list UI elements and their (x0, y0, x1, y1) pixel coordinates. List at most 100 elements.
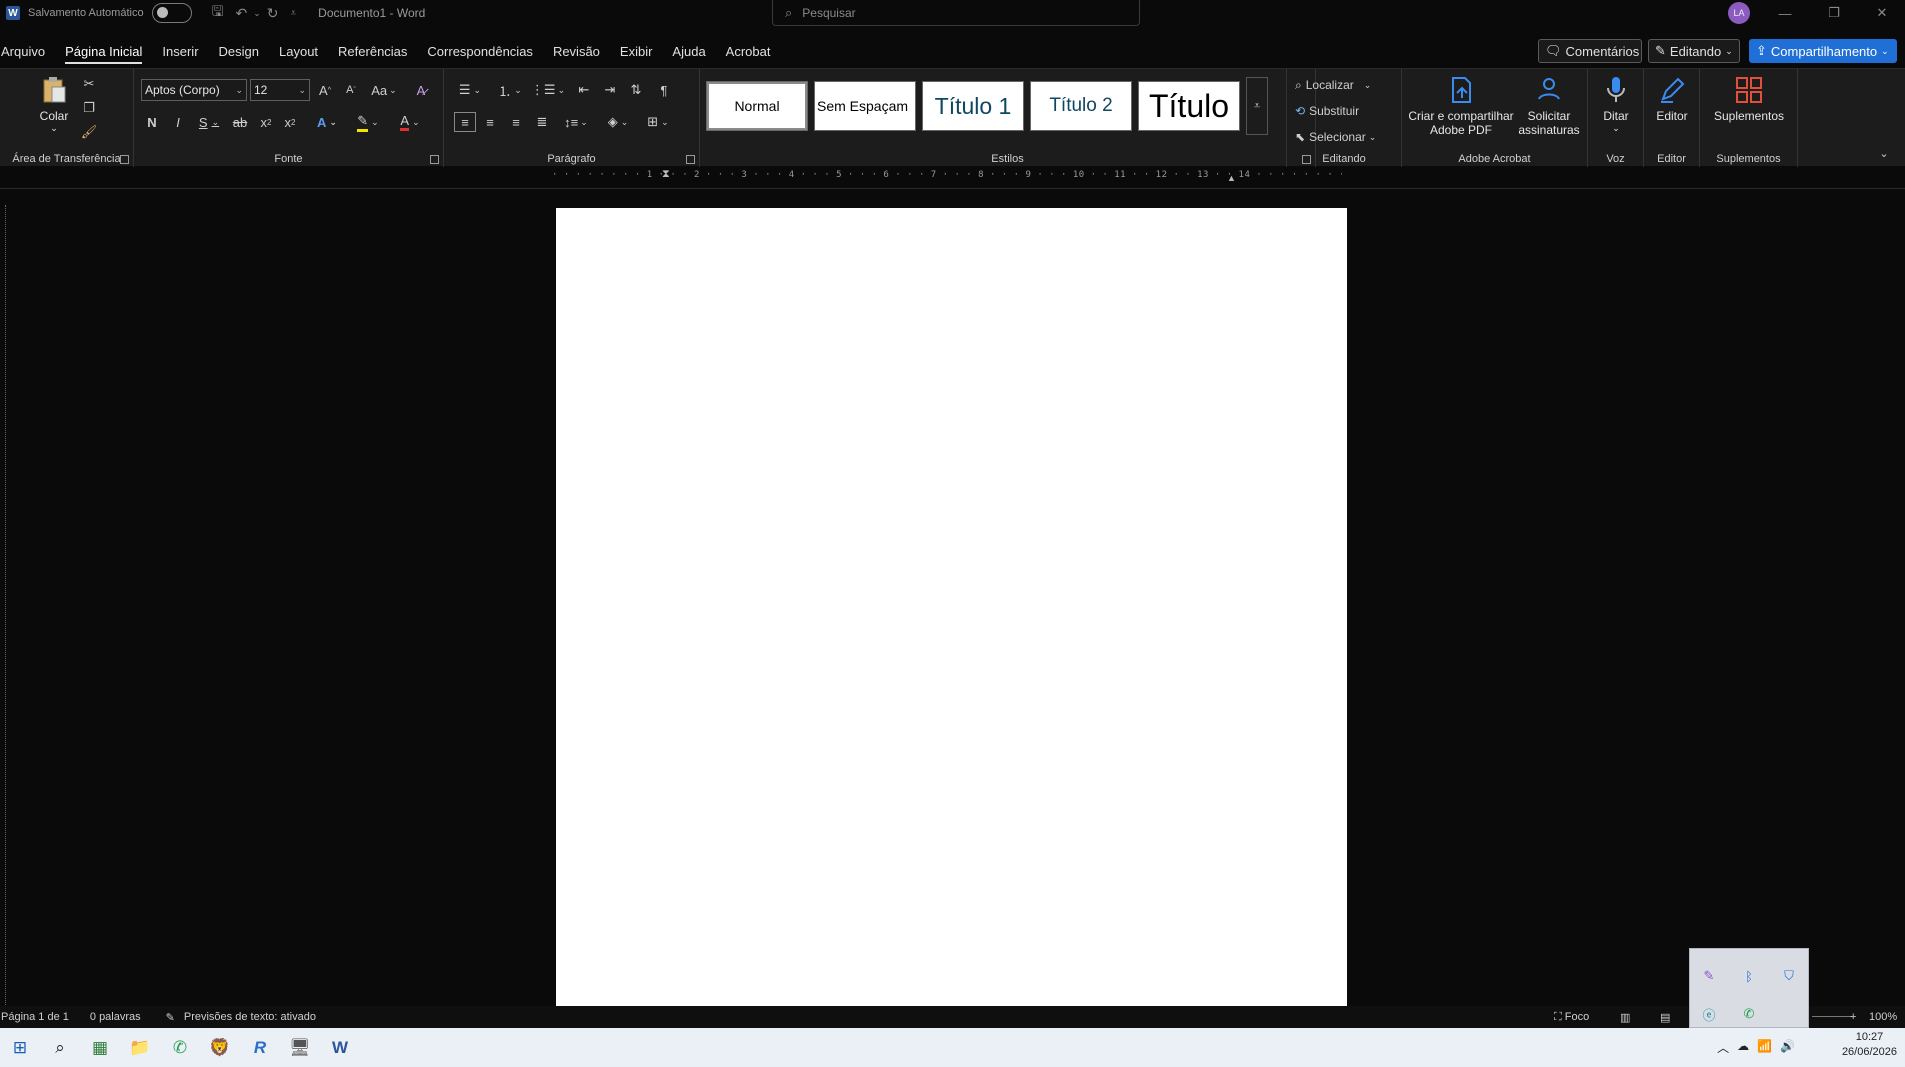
undo-dropdown-icon[interactable]: ⌄ (253, 8, 261, 19)
user-avatar[interactable]: LA (1728, 2, 1750, 24)
zoom-in-icon[interactable]: + (1850, 1011, 1856, 1023)
clear-formatting-icon[interactable]: A̷ (410, 81, 432, 99)
app-e-icon[interactable]: ⓔ (1698, 1003, 1720, 1025)
chevron-up-icon[interactable]: ︿ (1717, 1039, 1729, 1056)
focus-button[interactable]: ⛶ Foco (1554, 1011, 1589, 1024)
document-page[interactable] (556, 208, 1347, 1006)
redo-icon[interactable]: ↻ (267, 5, 279, 22)
tab-inserir[interactable]: Inserir (162, 42, 198, 61)
tab-revisao[interactable]: Revisão (553, 42, 600, 61)
zoom-slider[interactable] (1812, 1016, 1852, 1017)
select-button[interactable]: ⬉ Selecionar ⌄ (1295, 127, 1395, 147)
windows-start-icon[interactable]: ⊞ (0, 1028, 40, 1067)
shading-icon[interactable]: ◈ ⌄ (602, 112, 634, 132)
text-predictions-status[interactable]: Previsões de texto: ativado (184, 1011, 316, 1023)
style-heading-1[interactable]: Título 1 (922, 81, 1024, 131)
highlight-icon[interactable]: ✎ ⌄ (352, 112, 384, 132)
bold-icon[interactable]: N (142, 112, 162, 132)
sort-icon[interactable]: ⇅ (626, 81, 646, 99)
styles-more-button[interactable]: ⩡ (1246, 77, 1268, 135)
font-name-select[interactable]: Aptos (Corpo) ⌄ (141, 79, 247, 101)
text-effects-icon[interactable]: A ⌄ (312, 112, 342, 132)
remote-desktop-icon[interactable]: 🖥 (280, 1028, 320, 1067)
tab-correspondencias[interactable]: Correspondências (427, 42, 533, 61)
borders-icon[interactable]: ⊞ ⌄ (642, 112, 674, 132)
indent-marker-icon[interactable]: ⧗ (662, 168, 670, 181)
whatsapp-icon[interactable]: ✆ (1738, 1003, 1760, 1025)
search-input[interactable]: ⌕ Pesquisar (772, 0, 1140, 26)
tab-layout[interactable]: Layout (279, 42, 318, 61)
dialog-launcher-icon[interactable] (686, 155, 695, 164)
dialog-launcher-icon[interactable] (430, 155, 439, 164)
dialog-launcher-icon[interactable] (120, 155, 129, 164)
collapse-ribbon-icon[interactable]: ⌄ (1876, 145, 1892, 161)
italic-icon[interactable]: I (168, 112, 188, 132)
superscript-icon[interactable]: x2 (280, 112, 300, 132)
bluetooth-icon[interactable]: ᛒ (1738, 965, 1760, 987)
page-count[interactable]: Página 1 de 1 (1, 1011, 69, 1023)
tab-arquivo[interactable]: Arquivo (1, 42, 45, 61)
zoom-level[interactable]: 100% (1869, 1011, 1897, 1023)
line-spacing-icon[interactable]: ↕≡ ⌄ (560, 112, 592, 132)
tab-acrobat[interactable]: Acrobat (726, 42, 771, 61)
align-right-icon[interactable]: ≡ (506, 112, 526, 132)
tab-referencias[interactable]: Referências (338, 42, 407, 61)
addins-button[interactable]: Suplementos (1706, 75, 1792, 123)
numbering-icon[interactable]: ⒈ ⌄ (494, 81, 526, 99)
editor-button[interactable]: Editor (1650, 75, 1694, 123)
print-layout-icon[interactable]: ▤ (1660, 1011, 1670, 1024)
onedrive-icon[interactable]: ☁ (1737, 1039, 1749, 1056)
increase-indent-icon[interactable]: ⇥ (600, 81, 620, 99)
change-case-button[interactable]: Aa ⌄ (368, 81, 400, 99)
find-button[interactable]: ⌕ Localizar ⌄ (1295, 75, 1395, 95)
close-icon[interactable]: ✕ (1859, 2, 1905, 24)
font-color-icon[interactable]: A ⌄ (394, 112, 426, 132)
multilevel-list-icon[interactable]: ⋮☰ ⌄ (531, 81, 565, 99)
wifi-icon[interactable]: 📶 (1757, 1039, 1772, 1056)
copy-icon[interactable]: ❐ (80, 99, 98, 117)
right-indent-marker-icon[interactable]: ▲ (1227, 173, 1236, 183)
vertical-ruler[interactable] (0, 205, 6, 1005)
underline-icon[interactable]: S ⌄ (194, 112, 224, 132)
show-formatting-icon[interactable]: ¶ (654, 81, 674, 99)
file-explorer-icon[interactable]: 📁 (120, 1028, 160, 1067)
calculator-icon[interactable]: ▦ (80, 1028, 120, 1067)
bullets-icon[interactable]: ☰ ⌄ (454, 81, 486, 99)
pen-icon[interactable]: ✎ (1698, 965, 1720, 987)
style-heading-2[interactable]: Título 2 (1030, 81, 1132, 131)
editing-mode-button[interactable]: ✎ Editando ⌄ (1648, 39, 1740, 63)
dictate-button[interactable]: Ditar ⌄ (1594, 75, 1638, 134)
tab-pagina-inicial[interactable]: Página Inicial (65, 42, 143, 64)
format-painter-icon[interactable]: 🖌 (80, 123, 98, 141)
shield-icon[interactable]: ⛉ (1778, 965, 1800, 987)
decrease-indent-icon[interactable]: ⇤ (574, 81, 594, 99)
system-clock[interactable]: 10:27 26/06/2026 (1842, 1030, 1897, 1060)
customize-toolbar-icon[interactable]: ⩡ (291, 8, 297, 19)
request-signatures-button[interactable]: Solicitar assinaturas (1516, 75, 1582, 137)
proofing-icon[interactable]: ✎ (166, 1011, 175, 1024)
align-left-icon[interactable]: ≡ (454, 112, 476, 132)
grow-font-icon[interactable]: A ^ (314, 81, 336, 99)
minimize-icon[interactable]: — (1762, 2, 1808, 24)
share-button[interactable]: ⇪ Compartilhamento ⌄ (1749, 39, 1897, 63)
undo-icon[interactable]: ↶ (236, 5, 248, 22)
strikethrough-icon[interactable]: ab (230, 112, 250, 132)
save-icon[interactable]: 🖫 (212, 1, 224, 25)
search-icon[interactable]: ⌕ (40, 1028, 80, 1067)
tab-exibir[interactable]: Exibir (620, 42, 653, 61)
read-mode-icon[interactable]: ▥ (1620, 1011, 1630, 1024)
word-taskbar-icon[interactable]: W (320, 1028, 360, 1067)
paste-button[interactable]: Colar ⌄ (34, 75, 74, 134)
justify-icon[interactable]: ≣ (532, 112, 552, 132)
create-share-pdf-button[interactable]: Criar e compartilhar Adobe PDF (1408, 75, 1514, 137)
font-size-select[interactable]: 12 ⌄ (250, 79, 310, 101)
cut-icon[interactable]: ✂ (80, 75, 98, 93)
restore-icon[interactable]: ❐ (1811, 2, 1857, 24)
whatsapp-icon[interactable]: ✆ (160, 1028, 200, 1067)
replace-button[interactable]: ⟲ Substituir (1295, 101, 1395, 121)
horizontal-ruler[interactable]: · · · · · · · · 1 · · · 2 · · · 3 · · · … (552, 170, 1342, 184)
align-center-icon[interactable]: ≡ (480, 112, 500, 132)
comments-button[interactable]: 🗨 Comentários (1538, 39, 1642, 63)
subscript-icon[interactable]: x2 (256, 112, 276, 132)
tab-ajuda[interactable]: Ajuda (672, 42, 705, 61)
